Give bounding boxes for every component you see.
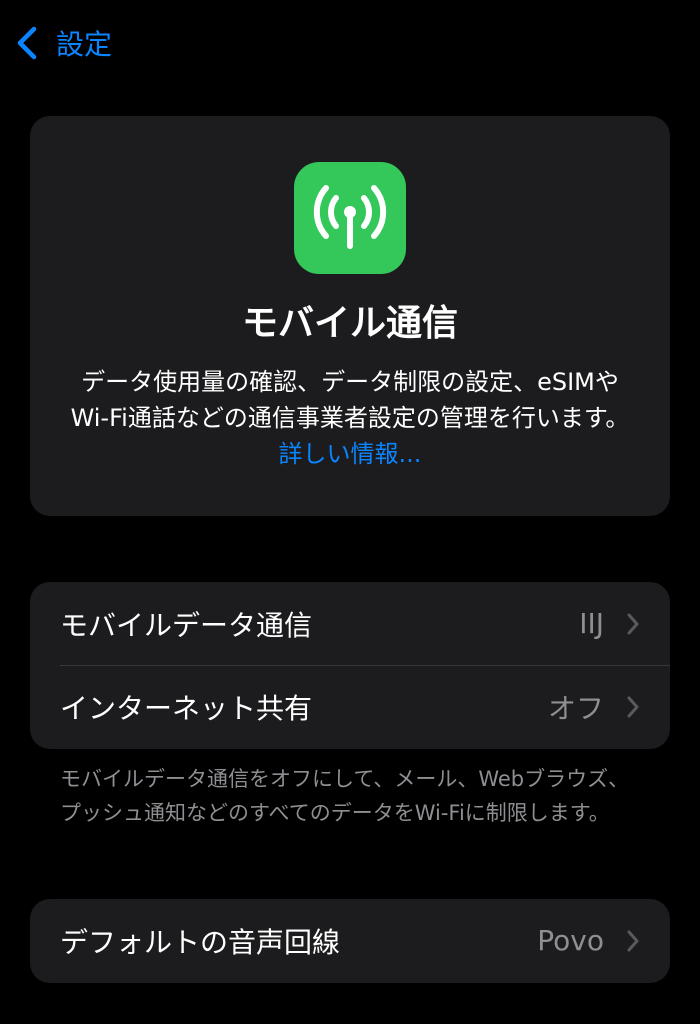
default-voice-line-row[interactable]: デフォルトの音声回線 Povo: [30, 899, 670, 982]
chevron-left-icon: [17, 26, 37, 60]
chevron-right-icon: [627, 696, 639, 717]
cellular-data-row[interactable]: モバイルデータ通信 IIJ: [30, 582, 670, 666]
row-value: オフ: [547, 691, 604, 725]
cellular-description: データ使用量の確認、データ制限の設定、eSIMやWi‑Fi通話などの通信事業者設…: [58, 364, 642, 472]
learn-more-link[interactable]: 詳しい情報...: [279, 440, 422, 468]
row-label: モバイルデータ通信: [60, 608, 313, 642]
chevron-right-icon: [627, 930, 639, 951]
navigation-bar: 設定: [0, 18, 112, 68]
cellular-info-card: モバイル通信 データ使用量の確認、データ制限の設定、eSIMやWi‑Fi通話など…: [30, 116, 670, 516]
row-value: IIJ: [579, 607, 604, 640]
row-value: Povo: [537, 924, 604, 957]
back-button-label: 設定: [56, 28, 113, 61]
personal-hotspot-row[interactable]: インターネット共有 オフ: [30, 665, 670, 748]
page-title: モバイル通信: [241, 303, 458, 344]
chevron-right-icon: [627, 613, 639, 634]
row-label: インターネット共有: [60, 691, 313, 725]
row-label: デフォルトの音声回線: [60, 925, 341, 959]
back-button[interactable]: 設定: [14, 23, 112, 63]
voice-line-group: デフォルトの音声回線 Povo: [30, 899, 670, 983]
cellular-footnote: モバイルデータ通信をオフにして、メール、Webブラウズ、プッシュ通知などのすべて…: [60, 767, 630, 825]
description-text: データ使用量の確認、データ制限の設定、eSIMやWi‑Fi通話などの通信事業者設…: [70, 368, 630, 432]
cellular-settings-group: モバイルデータ通信 IIJ インターネット共有 オフ: [30, 582, 670, 749]
antenna-radiowaves-icon: [294, 162, 406, 274]
